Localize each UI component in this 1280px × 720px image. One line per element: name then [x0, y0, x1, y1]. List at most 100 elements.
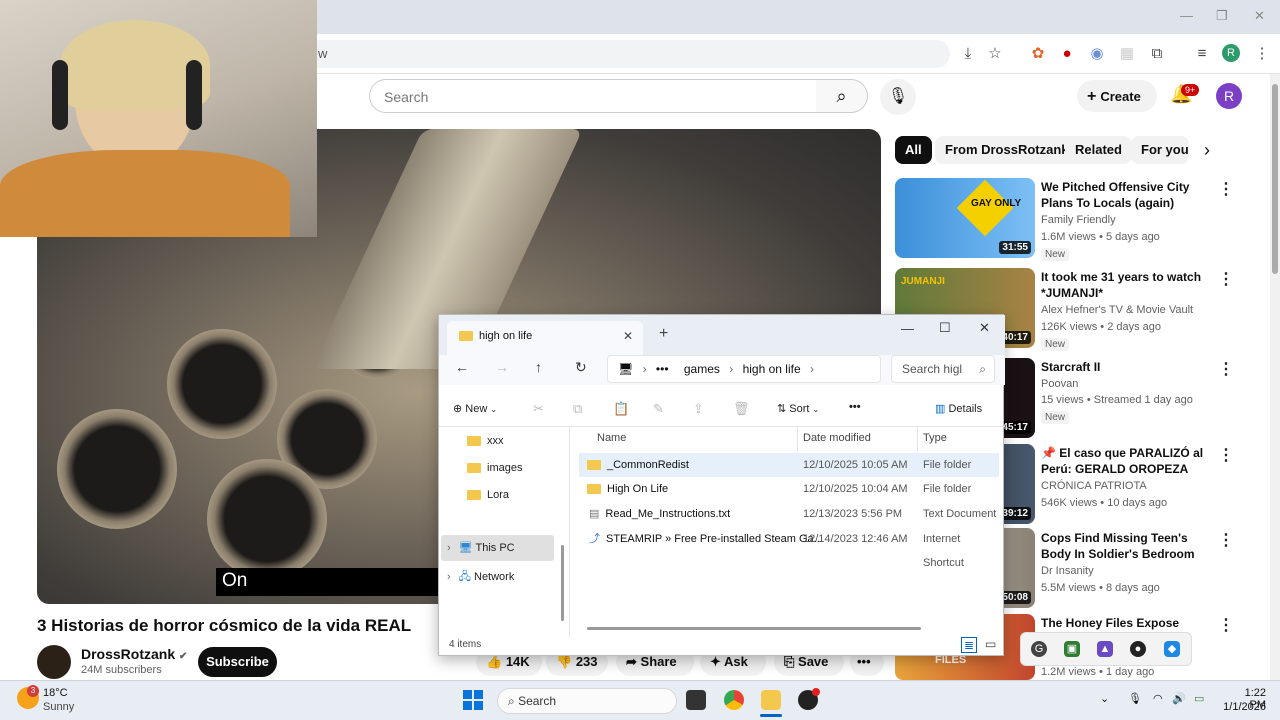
app-tray-icon[interactable]: ◆: [1164, 641, 1180, 657]
column-header-name[interactable]: Name: [597, 432, 626, 444]
forward-arrow-icon[interactable]: →: [495, 359, 509, 375]
refresh-icon[interactable]: ↻: [575, 359, 587, 376]
app-tray-icon[interactable]: ▲: [1097, 641, 1113, 657]
related-channel[interactable]: Poovan: [1041, 376, 1078, 393]
related-title[interactable]: We Pitched Offensive City Plans To Local…: [1041, 179, 1211, 211]
share-icon[interactable]: ⇪: [693, 401, 704, 417]
breadcrumb-games[interactable]: games: [684, 362, 720, 376]
file-row[interactable]: ▤ Read_Me_Instructions.txt 12/13/2023 5:5…: [579, 502, 999, 526]
nav-item-lora[interactable]: Lora: [467, 489, 509, 501]
window-minimize-button[interactable]: —: [1180, 8, 1193, 23]
nav-item-this-pc[interactable]: › 🖥 This PC: [447, 541, 515, 554]
related-channel[interactable]: CRÓNICA PATRIOTA: [1041, 478, 1147, 495]
chip-all[interactable]: All: [895, 136, 932, 164]
extensions-puzzle-icon[interactable]: ⧉: [1147, 44, 1167, 64]
column-header-date[interactable]: Date modified: [803, 432, 871, 444]
wifi-icon[interactable]: ◠: [1153, 692, 1163, 705]
copy-icon[interactable]: ⧉: [573, 401, 582, 417]
sort-button[interactable]: ⇅ Sort ⌄: [777, 402, 819, 415]
related-channel[interactable]: Family Friendly: [1041, 212, 1116, 229]
chip-from-channel[interactable]: From DrossRotzank: [935, 136, 1079, 164]
explorer-minimize-button[interactable]: —: [901, 321, 914, 336]
battery-icon[interactable]: ▭: [1194, 692, 1204, 705]
subscribe-button[interactable]: Subscribe: [198, 647, 277, 677]
extension-icon[interactable]: ▦: [1117, 44, 1137, 64]
adblock-icon[interactable]: ●: [1057, 44, 1077, 64]
more-options-icon[interactable]: ⋮: [1218, 179, 1234, 199]
related-title[interactable]: The Honey Files Expose Major: [1041, 615, 1211, 632]
related-title[interactable]: 📌 El caso que PARALIZÓ al Perú: GERALD O…: [1041, 445, 1211, 477]
more-options-button[interactable]: •••: [849, 401, 861, 413]
weather-desc[interactable]: Sunny: [43, 701, 74, 713]
search-button[interactable]: ⌕: [816, 79, 868, 113]
explorer-search-input[interactable]: Search higl ⌕: [891, 355, 995, 383]
window-maximize-button[interactable]: ❐: [1216, 8, 1228, 24]
file-row[interactable]: High On Life 12/10/2025 10:04 AM File fo…: [579, 477, 999, 501]
cut-icon[interactable]: ✂: [533, 401, 544, 417]
address-bar[interactable]: w: [300, 40, 950, 68]
weather-temp[interactable]: 18°C: [43, 687, 68, 699]
close-tab-icon[interactable]: ✕: [623, 329, 633, 343]
taskbar-search[interactable]: ⌕ Search: [497, 688, 677, 714]
account-avatar[interactable]: R: [1216, 83, 1242, 109]
channel-name[interactable]: DrossRotzank ✔: [81, 646, 187, 662]
delete-icon[interactable]: 🗑: [733, 401, 750, 417]
breadcrumb-overflow[interactable]: •••: [656, 362, 669, 376]
more-options-icon[interactable]: ⋮: [1218, 269, 1234, 289]
breadcrumb[interactable]: 🖥 › ••• games › high on life ›: [607, 355, 881, 383]
more-options-icon[interactable]: ⋮: [1218, 445, 1234, 465]
chip-related[interactable]: Related: [1065, 136, 1132, 164]
file-row[interactable]: ⤴ STEAMRIP » Free Pre-installed Steam Ga.…: [579, 527, 999, 569]
explorer-maximize-button[interactable]: ☐: [939, 320, 951, 336]
more-options-icon[interactable]: ⋮: [1218, 615, 1234, 635]
extension-icon[interactable]: ◉: [1087, 44, 1107, 64]
column-header-type[interactable]: Type: [923, 432, 947, 444]
related-thumbnail[interactable]: GAY ONLY 31:55: [895, 178, 1035, 258]
install-icon[interactable]: ⤓: [958, 44, 978, 64]
extension-icon[interactable]: ✿: [1028, 44, 1048, 64]
explorer-tab[interactable]: high on life ✕: [447, 321, 643, 355]
new-tab-button[interactable]: +: [659, 325, 668, 343]
page-scrollbar-thumb[interactable]: [1272, 84, 1278, 274]
chip-for-you[interactable]: For you: [1131, 136, 1189, 164]
nvidia-tray-icon[interactable]: ▣: [1064, 641, 1080, 657]
chevron-up-icon[interactable]: ⌄: [1100, 692, 1109, 705]
microphone-icon[interactable]: 🎙: [1128, 692, 1142, 705]
voice-search-button[interactable]: 🎙: [880, 79, 916, 115]
related-channel[interactable]: Dr Insanity: [1041, 563, 1094, 580]
nav-scrollbar[interactable]: [561, 545, 564, 621]
chevron-right-icon[interactable]: ›: [1204, 140, 1210, 161]
rename-icon[interactable]: ✎: [653, 401, 664, 417]
window-close-button[interactable]: ✕: [1254, 8, 1265, 24]
app-tray-icon[interactable]: G: [1031, 641, 1047, 657]
search-input[interactable]: Search: [369, 79, 817, 113]
related-channel[interactable]: Alex Hefner's TV & Movie Vault: [1041, 302, 1193, 319]
profile-avatar[interactable]: R: [1222, 44, 1240, 62]
task-view-icon[interactable]: [686, 690, 706, 710]
back-arrow-icon[interactable]: ←: [455, 359, 469, 375]
nav-item-xxx[interactable]: xxx: [467, 435, 504, 447]
media-control-icon[interactable]: ≡: [1192, 44, 1212, 64]
browser-menu-icon[interactable]: ⋮: [1252, 44, 1272, 64]
more-options-icon[interactable]: ⋮: [1218, 359, 1234, 379]
breadcrumb-high-on-life[interactable]: high on life: [743, 362, 801, 376]
volume-icon[interactable]: 🔊: [1172, 692, 1186, 705]
up-arrow-icon[interactable]: ↑: [535, 359, 542, 375]
app-tray-icon[interactable]: ●: [1130, 641, 1146, 657]
clock-date[interactable]: 1/1/2026: [1222, 701, 1266, 713]
details-button[interactable]: ▥ Details: [935, 402, 982, 415]
windows-start-icon[interactable]: [463, 690, 483, 710]
tiles-view-icon[interactable]: ▭: [985, 637, 996, 651]
new-button[interactable]: ⊕ New ⌄: [453, 402, 497, 415]
bookmark-star-icon[interactable]: ☆: [985, 44, 1005, 64]
related-title[interactable]: It took me 31 years to watch *JUMANJI*: [1041, 269, 1211, 301]
more-options-icon[interactable]: ⋮: [1218, 530, 1234, 550]
channel-avatar[interactable]: [37, 645, 71, 679]
paste-icon[interactable]: 📋: [613, 401, 629, 417]
details-view-icon[interactable]: ≣: [961, 637, 978, 653]
explorer-close-button[interactable]: ✕: [979, 320, 990, 336]
related-title[interactable]: Cops Find Missing Teen's Body In Soldier…: [1041, 530, 1211, 562]
horizontal-scrollbar[interactable]: [587, 627, 921, 630]
file-row[interactable]: _CommonRedist 12/10/2025 10:05 AM File f…: [579, 453, 999, 477]
create-button[interactable]: + Create: [1077, 80, 1157, 112]
